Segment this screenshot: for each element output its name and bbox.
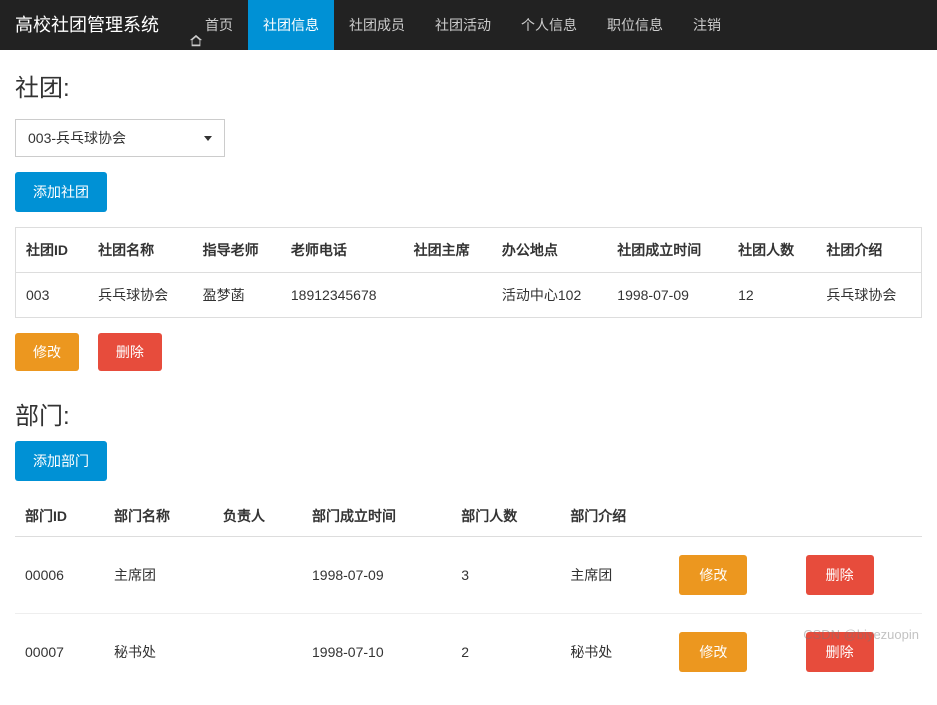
dept-table-row: 00007 秘书处 1998-07-10 2 秘书处 修改 删除: [15, 614, 922, 691]
nav-home-label: 首页: [205, 0, 233, 50]
nav-home[interactable]: 首页: [174, 0, 248, 50]
nav-logout[interactable]: 注销: [678, 0, 736, 50]
club-table-row: 003 兵乓球协会 盈梦菡 18912345678 活动中心102 1998-0…: [16, 273, 922, 318]
col-dept-leader: 负责人: [213, 496, 302, 537]
club-table: 社团ID 社团名称 指导老师 老师电话 社团主席 办公地点 社团成立时间 社团人…: [15, 227, 922, 318]
club-selected-value: 003-兵乓球协会: [28, 128, 126, 148]
delete-dept-button[interactable]: 删除: [806, 632, 874, 672]
delete-club-button[interactable]: 删除: [98, 333, 162, 371]
club-select-dropdown[interactable]: 003-兵乓球协会: [15, 119, 225, 157]
col-dept-founded: 部门成立时间: [302, 496, 451, 537]
col-teacher: 指导老师: [193, 228, 281, 273]
club-table-header: 社团ID 社团名称 指导老师 老师电话 社团主席 办公地点 社团成立时间 社团人…: [16, 228, 922, 273]
home-icon: [189, 18, 203, 32]
dept-table-row: 00006 主席团 1998-07-09 3 主席团 修改 删除: [15, 537, 922, 614]
nav-members[interactable]: 社团成员: [334, 0, 420, 50]
add-dept-button[interactable]: 添加部门: [15, 441, 107, 481]
nav-positions[interactable]: 职位信息: [592, 0, 678, 50]
col-dept-count: 部门人数: [451, 496, 560, 537]
col-dept-id: 部门ID: [15, 496, 104, 537]
club-title: 社团:: [15, 68, 922, 103]
add-club-button[interactable]: 添加社团: [15, 172, 107, 212]
main-content: 社团: 003-兵乓球协会 添加社团 社团ID 社团名称 指导老师 老师电话 社…: [0, 50, 937, 705]
col-intro: 社团介绍: [816, 228, 921, 273]
col-dept-name: 部门名称: [104, 496, 213, 537]
col-id: 社团ID: [16, 228, 89, 273]
col-location: 办公地点: [492, 228, 607, 273]
col-chair: 社团主席: [404, 228, 492, 273]
col-phone: 老师电话: [281, 228, 404, 273]
modify-club-button[interactable]: 修改: [15, 333, 79, 371]
delete-dept-button[interactable]: 删除: [806, 555, 874, 595]
dept-table-header: 部门ID 部门名称 负责人 部门成立时间 部门人数 部门介绍: [15, 496, 922, 537]
caret-down-icon: [204, 136, 212, 141]
col-founded: 社团成立时间: [607, 228, 728, 273]
col-count: 社团人数: [728, 228, 816, 273]
col-name: 社团名称: [88, 228, 193, 273]
dept-title: 部门:: [15, 396, 922, 431]
nav-activities[interactable]: 社团活动: [420, 0, 506, 50]
dept-table: 部门ID 部门名称 负责人 部门成立时间 部门人数 部门介绍 00006 主席团…: [15, 496, 922, 690]
modify-dept-button[interactable]: 修改: [679, 632, 747, 672]
navbar: 高校社团管理系统 首页 社团信息 社团成员 社团活动 个人信息 职位信息 注销: [0, 0, 937, 50]
col-dept-intro: 部门介绍: [560, 496, 669, 537]
modify-dept-button[interactable]: 修改: [679, 555, 747, 595]
brand: 高校社团管理系统: [0, 0, 174, 50]
nav-profile[interactable]: 个人信息: [506, 0, 592, 50]
nav-club-info[interactable]: 社团信息: [248, 0, 334, 50]
